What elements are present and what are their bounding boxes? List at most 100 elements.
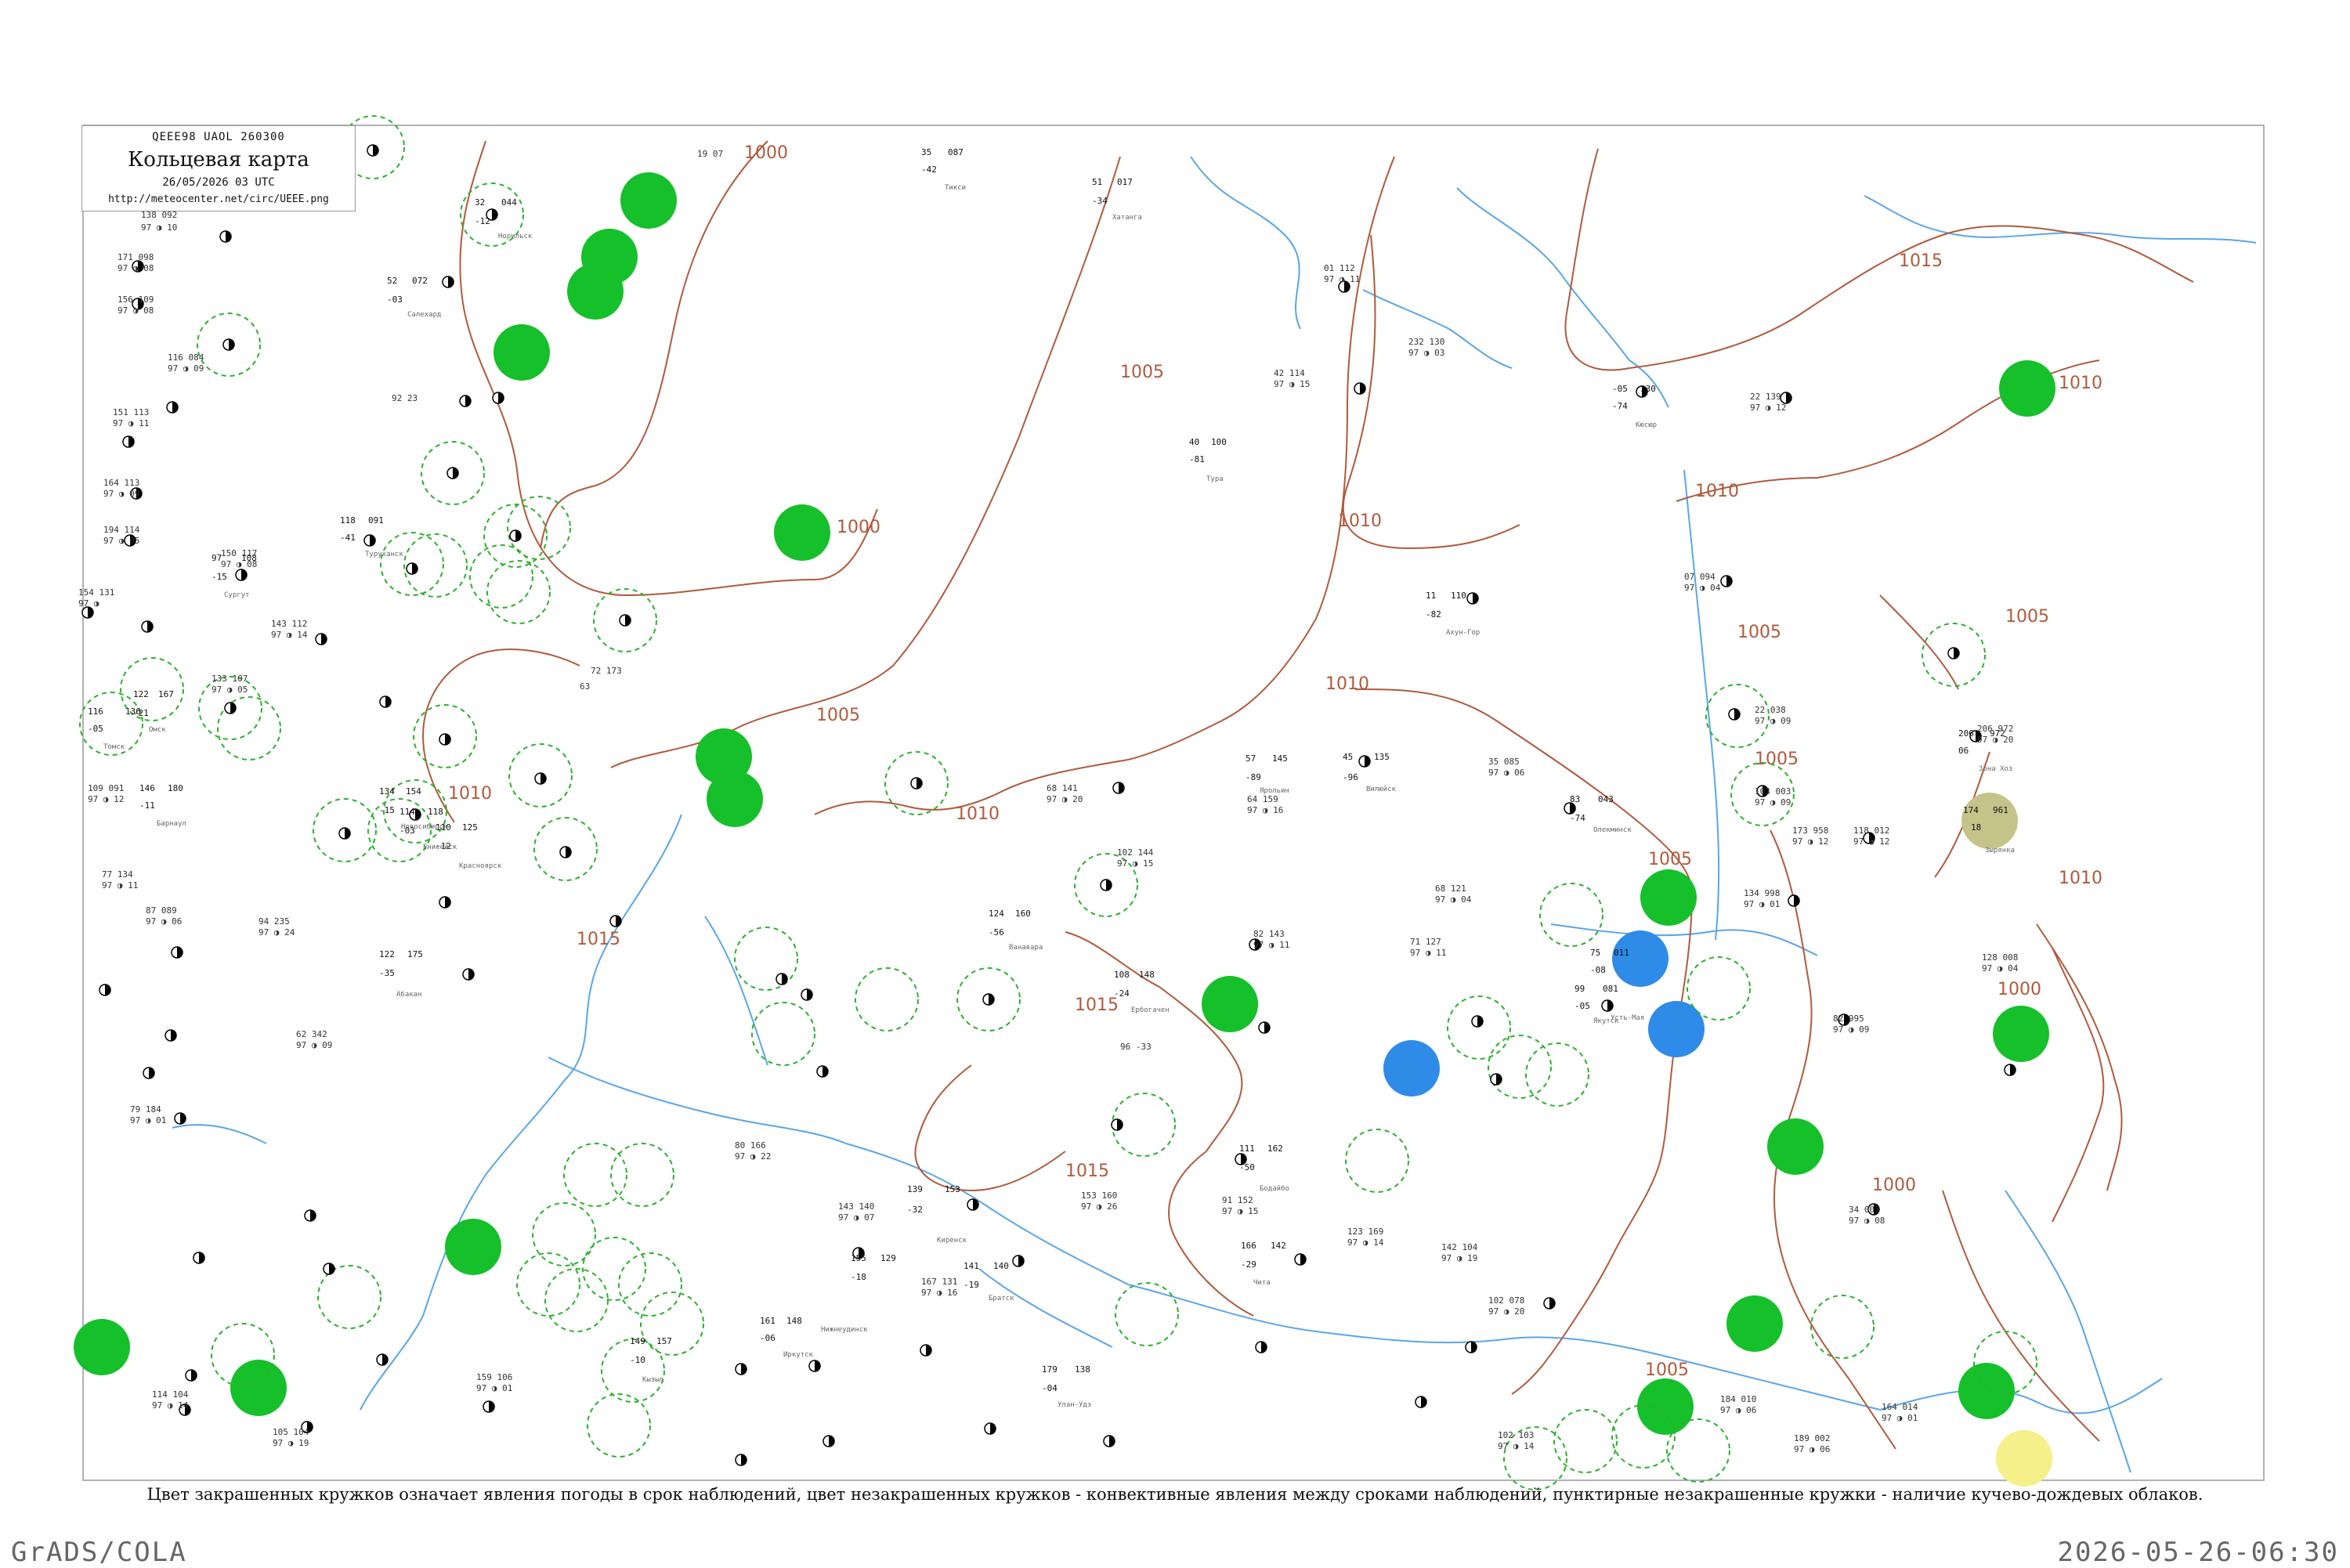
svg-text:51: 51: [1092, 177, 1102, 187]
weather-circle-olive: [1961, 793, 2018, 849]
svg-text:97 ◑ 08: 97 ◑ 08: [118, 305, 154, 316]
svg-text:154: 154: [406, 786, 421, 797]
svg-text:97 ◑ 06: 97 ◑ 06: [1488, 768, 1524, 778]
svg-text:Иркутск: Иркутск: [783, 1351, 814, 1359]
svg-text:114 104: 114 104: [152, 1389, 189, 1400]
svg-text:99: 99: [1574, 984, 1585, 994]
svg-text:Ванавара: Ванавара: [1009, 944, 1043, 952]
svg-text:Туруханск: Туруханск: [365, 551, 403, 558]
svg-text:79 184: 79 184: [130, 1104, 161, 1115]
isobar-label: 1005: [1648, 850, 1692, 869]
svg-text:072: 072: [412, 276, 428, 286]
svg-text:-50: -50: [1239, 1162, 1255, 1172]
svg-text:34 003: 34 003: [1849, 1205, 1880, 1215]
svg-text:-11: -11: [139, 800, 155, 811]
svg-text:97 ◑ 11: 97 ◑ 11: [113, 418, 149, 428]
footer-timestamp: 2026-05-26-06:30: [2057, 1537, 2339, 1568]
svg-text:157: 157: [656, 1336, 672, 1346]
svg-text:Сургут: Сургут: [224, 591, 250, 599]
svg-text:35: 35: [921, 147, 931, 157]
isobar-label: 1015: [1065, 1162, 1109, 1181]
weather-circle-green: [1999, 360, 2055, 417]
map-frame: [82, 125, 2265, 1481]
svg-text:118: 118: [340, 515, 356, 526]
svg-text:140: 140: [993, 1261, 1009, 1271]
weather-circle-green: [1640, 869, 1697, 926]
isobar-label: 1010: [2059, 869, 2102, 888]
map-url[interactable]: http://meteocenter.net/circ/UEEE.png: [82, 193, 355, 205]
svg-text:134: 134: [379, 786, 395, 797]
svg-text:-29: -29: [1241, 1259, 1256, 1270]
svg-text:-96: -96: [1343, 772, 1358, 782]
svg-text:164 014: 164 014: [1882, 1402, 1918, 1412]
svg-text:109 091: 109 091: [88, 783, 124, 793]
svg-text:97 ◑ 04: 97 ◑ 04: [1435, 894, 1472, 905]
svg-text:184 010: 184 010: [1720, 1394, 1756, 1404]
weather-circle-green: [1958, 1363, 2015, 1419]
svg-text:194 114: 194 114: [103, 525, 140, 535]
svg-text:-08: -08: [1590, 965, 1606, 975]
svg-text:94 235: 94 235: [258, 916, 290, 927]
isobar-label: 1000: [1998, 980, 2041, 999]
svg-text:-42: -42: [921, 164, 937, 175]
svg-text:97 ◑ 11: 97 ◑ 11: [1324, 274, 1360, 284]
svg-text:171 098: 171 098: [118, 252, 154, 262]
svg-text:97 ◑ 09: 97 ◑ 09: [168, 363, 204, 374]
svg-text:97 ◑ 07: 97 ◑ 07: [838, 1212, 874, 1223]
svg-text:108: 108: [1114, 970, 1130, 980]
svg-text:139: 139: [907, 1184, 923, 1194]
svg-text:97 ◑ 24: 97 ◑ 24: [258, 927, 295, 938]
svg-text:173 958: 173 958: [1792, 826, 1828, 836]
weather-circle-green: [494, 324, 550, 381]
svg-text:62 342: 62 342: [296, 1029, 327, 1039]
svg-text:150 117: 150 117: [221, 548, 257, 558]
svg-text:122: 122: [379, 949, 395, 959]
svg-text:-05: -05: [1612, 384, 1628, 394]
svg-text:154 131: 154 131: [78, 587, 114, 598]
svg-text:Братск: Братск: [989, 1295, 1014, 1302]
svg-text:149: 149: [630, 1336, 645, 1346]
svg-text:145: 145: [1272, 753, 1288, 764]
svg-text:Якутск: Якутск: [1593, 1017, 1619, 1025]
svg-text:116: 116: [88, 706, 103, 717]
svg-text:97 ◑ 10: 97 ◑ 10: [141, 222, 177, 233]
isobar-label: 1015: [1075, 995, 1119, 1015]
svg-text:45: 45: [1343, 752, 1353, 762]
svg-text:156 109: 156 109: [118, 294, 154, 305]
svg-text:Енисейск: Енисейск: [423, 844, 457, 851]
svg-text:103 003: 103 003: [1755, 786, 1791, 797]
weather-circle-green: [1202, 976, 1258, 1032]
svg-text:97 ◑ 26: 97 ◑ 26: [1081, 1201, 1117, 1212]
svg-text:138: 138: [1075, 1364, 1090, 1375]
svg-text:97 ◑ 05: 97 ◑ 05: [103, 536, 139, 546]
svg-text:40: 40: [1189, 437, 1199, 447]
svg-text:081: 081: [1603, 984, 1618, 994]
svg-text:Тикси: Тикси: [945, 184, 966, 192]
svg-text:68 141: 68 141: [1047, 783, 1078, 793]
svg-text:97 ◑ 15: 97 ◑ 15: [1274, 379, 1310, 389]
svg-text:118 012: 118 012: [1853, 826, 1889, 836]
svg-text:97 ◑ 22: 97 ◑ 22: [735, 1151, 771, 1162]
svg-text:Зона Хоз: Зона Хоз: [1979, 765, 2012, 773]
svg-text:75: 75: [1590, 948, 1600, 958]
svg-text:97 ◑ 08: 97 ◑ 08: [118, 263, 154, 273]
isobar-label: 1010: [1325, 674, 1369, 694]
isobar-label: 1005: [1755, 750, 1799, 769]
isobar-label: 1000: [837, 518, 880, 537]
weather-map: 1000 1005 1010 1000 1005 1010 1010 1010 …: [74, 115, 2265, 1490]
svg-text:118: 118: [428, 807, 443, 817]
svg-text:141: 141: [964, 1261, 979, 1271]
svg-text:-05: -05: [1574, 1001, 1590, 1011]
svg-text:155: 155: [851, 1253, 866, 1263]
svg-text:164 113: 164 113: [103, 478, 139, 488]
svg-text:Омск: Омск: [149, 726, 166, 734]
svg-text:Красноярск: Красноярск: [459, 862, 502, 870]
svg-text:Кюсюр: Кюсюр: [1636, 421, 1657, 429]
svg-text:Олекминск: Олекминск: [1593, 826, 1632, 834]
svg-text:18: 18: [1971, 822, 1981, 833]
svg-text:Тура: Тура: [1206, 475, 1224, 483]
svg-text:07 094: 07 094: [1684, 572, 1716, 582]
svg-text:153: 153: [945, 1184, 960, 1194]
svg-text:97 ◑ 20: 97 ◑ 20: [1047, 794, 1083, 804]
svg-text:-04: -04: [1042, 1383, 1058, 1393]
